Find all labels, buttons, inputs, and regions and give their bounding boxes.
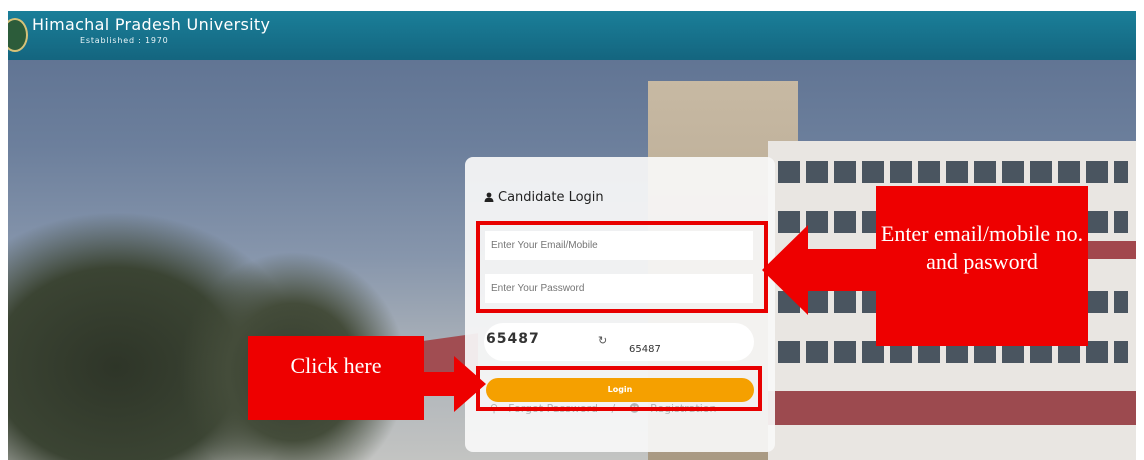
credentials-note: Enter email/mobile no. and pasword [876,186,1088,346]
click-note: Click here [248,336,424,420]
captcha-code: 65487 [486,331,540,347]
arrow-right-icon [420,356,486,412]
login-title-text: Candidate Login [498,190,604,205]
arrow-left-icon [762,225,878,315]
captcha-input[interactable]: 65487 [629,344,661,355]
brand-title[interactable]: Himachal Pradesh University [32,15,270,34]
university-logo[interactable] [8,18,28,52]
header-bar: Himachal Pradesh University Established … [8,11,1136,60]
building-roof [768,391,1136,425]
building-windows [778,161,1128,183]
user-icon [484,191,494,202]
established-text: Established : 1970 [80,36,169,45]
refresh-icon[interactable]: ↻ [598,334,607,347]
credentials-highlight [476,221,768,313]
login-title: Candidate Login [484,190,604,205]
login-highlight [476,366,762,411]
